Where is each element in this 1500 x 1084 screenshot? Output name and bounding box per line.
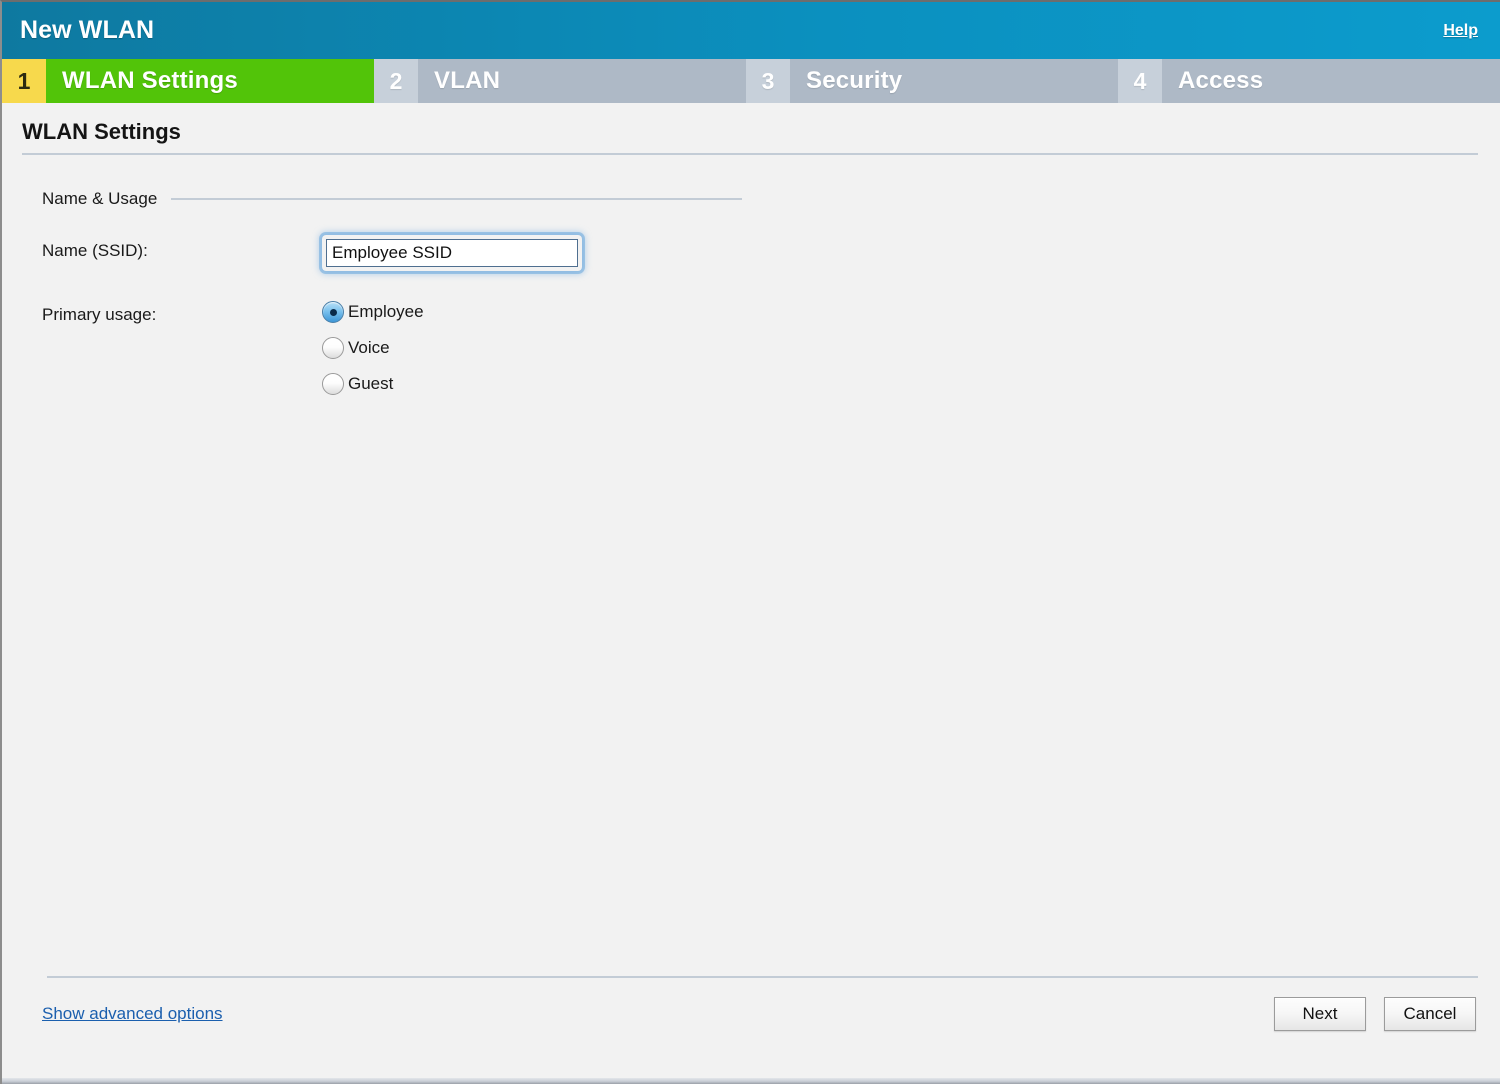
radio-voice-icon[interactable]: [322, 337, 344, 359]
page-title: WLAN Settings: [22, 119, 181, 144]
cancel-button[interactable]: Cancel: [1384, 997, 1476, 1031]
name-and-usage-label: Name & Usage: [42, 189, 158, 208]
ssid-input-focus-ring: [322, 235, 582, 271]
ssid-input[interactable]: [326, 239, 578, 267]
step-label-security: Security: [790, 59, 1118, 103]
ssid-label: Name (SSID):: [42, 241, 148, 260]
window-title: New WLAN: [20, 16, 155, 44]
wlan-settings-form: Name & Usage Name (SSID): Primary usage:…: [2, 155, 1500, 409]
radio-option-voice[interactable]: Voice: [322, 337, 424, 359]
ssid-field-row: Name (SSID):: [42, 235, 1500, 271]
wizard-step-tabs: 1 WLAN Settings 2 VLAN 3 Security 4 Acce…: [2, 59, 1500, 103]
window-bottom-edge: [2, 1078, 1500, 1084]
step-tab-access[interactable]: 4 Access: [1118, 59, 1500, 103]
show-advanced-options-link[interactable]: Show advanced options: [42, 1004, 223, 1024]
radio-option-employee[interactable]: Employee: [322, 301, 424, 323]
step-tab-wlan-settings[interactable]: 1 WLAN Settings: [2, 59, 374, 103]
radio-guest-icon[interactable]: [322, 373, 344, 395]
radio-label-guest: Guest: [348, 374, 394, 393]
radio-label-voice: Voice: [348, 338, 390, 357]
radio-option-guest[interactable]: Guest: [322, 373, 424, 395]
window-titlebar: New WLAN Help: [2, 2, 1500, 59]
step-label-wlan-settings: WLAN Settings: [46, 59, 374, 103]
step-label-vlan: VLAN: [418, 59, 746, 103]
primary-usage-label: Primary usage:: [42, 305, 157, 324]
next-button[interactable]: Next: [1274, 997, 1366, 1031]
primary-usage-field-row: Primary usage: Employee Voice Guest: [42, 299, 1500, 409]
step-tab-security[interactable]: 3 Security: [746, 59, 1118, 103]
step-tab-vlan[interactable]: 2 VLAN: [374, 59, 746, 103]
step-label-access: Access: [1162, 59, 1500, 103]
radio-employee-icon[interactable]: [322, 301, 344, 323]
footer-controls: Show advanced options Next Cancel: [2, 978, 1500, 1050]
name-and-usage-group-header: Name & Usage: [42, 189, 742, 209]
help-link[interactable]: Help: [1443, 22, 1478, 40]
name-and-usage-divider: [171, 198, 742, 200]
step-number-4: 4: [1118, 59, 1162, 103]
step-number-1: 1: [2, 59, 46, 103]
wizard-body: WLAN Settings Name & Usage Name (SSID): …: [2, 103, 1500, 1084]
step-number-3: 3: [746, 59, 790, 103]
new-wlan-wizard-window: New WLAN Help 1 WLAN Settings 2 VLAN 3 S…: [0, 0, 1500, 1084]
step-number-2: 2: [374, 59, 418, 103]
radio-label-employee: Employee: [348, 302, 424, 321]
primary-usage-radio-group: Employee Voice Guest: [322, 299, 424, 409]
wizard-footer: Show advanced options Next Cancel: [2, 976, 1500, 1084]
